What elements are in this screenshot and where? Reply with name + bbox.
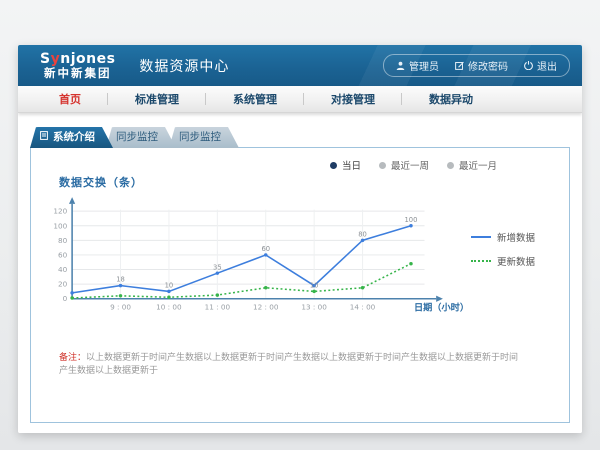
- tab-bar: 系统介绍 同步监控 同步监控: [30, 127, 570, 148]
- green-dotted-line-icon: [471, 260, 491, 262]
- filter-last-week-label: 最近一周: [391, 158, 429, 172]
- brand-prefix: S: [40, 51, 51, 67]
- legend-updated-data-label: 更新数据: [497, 254, 535, 268]
- svg-text:40: 40: [58, 265, 68, 274]
- svg-text:13 : 00: 13 : 00: [301, 302, 327, 311]
- user-menu-logout-label: 退出: [537, 58, 557, 73]
- svg-text:100: 100: [53, 221, 67, 230]
- tab-sync-monitor-2-label: 同步监控: [179, 127, 221, 148]
- svg-text:日期（小时）: 日期（小时）: [414, 301, 469, 313]
- legend-new-data-label: 新增数据: [497, 230, 535, 244]
- legend-item-new-data[interactable]: 新增数据: [471, 230, 555, 244]
- app-window: Synjones 新中新集团 数据资源中心 管理员 修改密码 退出: [18, 45, 582, 433]
- svg-text:18: 18: [116, 276, 125, 284]
- user-menu-admin[interactable]: 管理员: [396, 58, 439, 73]
- svg-text:60: 60: [261, 245, 270, 253]
- chart-row: 0 20 40 60 80 100 120 9 : 00 10 : 00 11 : 00 12 : …: [45, 192, 555, 328]
- filter-last-week[interactable]: 最近一周: [379, 158, 429, 172]
- tab-sync-monitor-2[interactable]: 同步监控: [169, 127, 239, 148]
- user-menu-admin-label: 管理员: [409, 58, 439, 73]
- brand-name: Synjones: [40, 52, 115, 67]
- filter-today-label: 当日: [342, 158, 361, 172]
- main-nav: 首页 标准管理 系统管理 对接管理 数据异动: [18, 86, 582, 113]
- svg-text:80: 80: [358, 230, 367, 238]
- page-title: 数据资源中心: [139, 56, 229, 76]
- svg-text:60: 60: [58, 250, 68, 259]
- svg-text:20: 20: [58, 280, 68, 289]
- svg-text:10 : 00: 10 : 00: [156, 302, 182, 311]
- nav-item-standard-management[interactable]: 标准管理: [108, 86, 206, 112]
- radio-dot-icon: [379, 162, 386, 169]
- app-header: Synjones 新中新集团 数据资源中心 管理员 修改密码 退出: [18, 45, 582, 86]
- user-icon: [396, 61, 405, 70]
- svg-text:10: 10: [310, 282, 319, 290]
- footnote: 备注：以上数据更新于时间产生数据以上数据更新于时间产生数据以上数据更新于时间产生…: [59, 352, 555, 377]
- document-icon: [40, 127, 48, 148]
- svg-text:80: 80: [58, 236, 68, 245]
- filter-last-month-label: 最近一月: [459, 158, 497, 172]
- svg-text:100: 100: [405, 216, 418, 224]
- radio-dot-icon: [330, 162, 337, 169]
- range-filters: 当日 最近一周 最近一月: [45, 158, 497, 172]
- brand-chinese-name: 新中新集团: [44, 67, 112, 79]
- nav-item-home[interactable]: 首页: [32, 86, 108, 112]
- content-area: 系统介绍 同步监控 同步监控 当日 最近一周: [18, 113, 582, 433]
- company-logo: Synjones 新中新集团: [40, 52, 115, 80]
- nav-item-system-management[interactable]: 系统管理: [206, 86, 304, 112]
- nav-item-interface-management[interactable]: 对接管理: [304, 86, 402, 112]
- nav-item-data-change[interactable]: 数据异动: [402, 86, 500, 112]
- svg-text:0: 0: [63, 294, 68, 303]
- line-chart: 0 20 40 60 80 100 120 9 : 00 10 : 00 11 : 00 12 : …: [45, 192, 471, 328]
- svg-text:120: 120: [53, 207, 67, 216]
- series-legend: 新增数据 更新数据: [471, 230, 555, 268]
- footnote-text: 以上数据更新于时间产生数据以上数据更新于时间产生数据以上数据更新于时间产生数据以…: [59, 353, 518, 376]
- blue-line-icon: [471, 236, 491, 238]
- svg-text:14 : 00: 14 : 00: [350, 302, 376, 311]
- edit-icon: [455, 61, 464, 70]
- svg-text:10: 10: [165, 282, 174, 290]
- radio-dot-icon: [447, 162, 454, 169]
- tab-sync-monitor-1-label: 同步监控: [116, 127, 158, 148]
- svg-text:11 : 00: 11 : 00: [205, 302, 231, 311]
- user-menu-change-password[interactable]: 修改密码: [455, 58, 508, 73]
- user-menu: 管理员 修改密码 退出: [383, 54, 570, 77]
- svg-text:35: 35: [213, 263, 222, 271]
- tab-sync-monitor-1[interactable]: 同步监控: [106, 127, 176, 148]
- filter-today[interactable]: 当日: [330, 158, 361, 172]
- y-axis-label: 数据交换（条）: [59, 174, 555, 190]
- user-menu-change-password-label: 修改密码: [468, 58, 508, 73]
- filter-last-month[interactable]: 最近一月: [447, 158, 497, 172]
- brand-suffix: njones: [60, 51, 115, 67]
- footnote-label: 备注：: [59, 353, 86, 363]
- brand-accent: y: [51, 51, 61, 67]
- svg-text:12 : 00: 12 : 00: [253, 302, 279, 311]
- tab-system-intro-label: 系统介绍: [53, 127, 95, 148]
- tab-system-intro[interactable]: 系统介绍: [30, 127, 113, 148]
- svg-text:9 : 00: 9 : 00: [110, 302, 131, 311]
- user-menu-logout[interactable]: 退出: [524, 58, 557, 73]
- power-icon: [524, 61, 533, 70]
- chart-panel: 当日 最近一周 最近一月 数据交换（条） 0 20 40 60 80 100 120 9 : …: [30, 147, 570, 423]
- legend-item-updated-data[interactable]: 更新数据: [471, 254, 555, 268]
